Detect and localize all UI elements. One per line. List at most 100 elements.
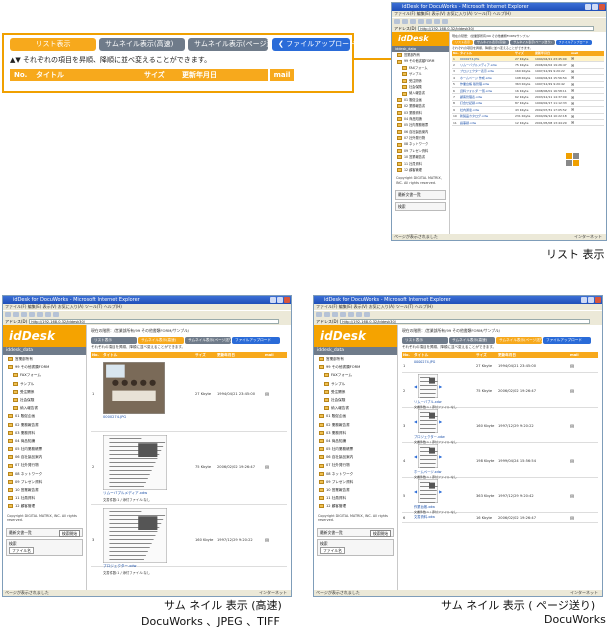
prev-page-icon[interactable]: ◀ <box>414 419 417 424</box>
row-title-link[interactable]: 議事録.xdw <box>460 121 515 125</box>
project-header[interactable]: iddesk_data <box>3 347 86 355</box>
mail-icon[interactable]: ✉ <box>571 120 574 125</box>
mail-icon[interactable]: ✉ <box>571 114 574 119</box>
row-title-link[interactable]: プロジェクター.xdw <box>414 434 476 439</box>
search-start-button[interactable]: 検索開始 <box>369 529 391 538</box>
row-title-link[interactable]: ホームページ.xdw <box>414 469 476 474</box>
sidebar-item[interactable]: 03 業務資料 <box>314 429 397 437</box>
row-title-link[interactable]: 新製品カタログ.xdw <box>460 114 515 118</box>
col-title[interactable]: タイトル <box>460 51 515 56</box>
col-date[interactable]: 更新年月日 <box>498 352 570 358</box>
refresh-icon[interactable] <box>418 19 424 24</box>
sidebar-item[interactable]: 08 ネットワーク <box>314 470 397 478</box>
row-title-link[interactable]: リムーバブルメディア.xdw <box>103 491 195 496</box>
zoom-col-title[interactable]: タイトル <box>36 69 64 81</box>
mail-icon[interactable]: ✉ <box>571 101 574 106</box>
document-thumbnail[interactable] <box>418 374 439 398</box>
upload-button[interactable]: ファイルアップロード <box>232 337 280 344</box>
col-size[interactable]: サイズ <box>476 352 498 358</box>
sidebar-item[interactable]: 02 業務報告書 <box>3 421 86 429</box>
mail-icon[interactable]: ✉ <box>570 494 574 500</box>
tab-list[interactable]: リスト表示 <box>91 337 137 344</box>
row-title-link[interactable]: 打合せ記録.xdw <box>460 101 515 105</box>
col-size[interactable]: サイズ <box>515 51 535 56</box>
row-title-link[interactable]: リムーバブル.xdw <box>414 399 476 404</box>
project-header[interactable]: iddesk_data <box>314 347 397 355</box>
refresh-icon[interactable] <box>29 312 35 317</box>
mail-icon[interactable]: ✉ <box>570 389 574 395</box>
tab-list[interactable]: リスト表示 <box>452 40 474 45</box>
row-title-link[interactable]: 作業台帳.xdw <box>414 504 476 509</box>
row-title-link[interactable]: 社内通達.xdw <box>460 108 515 112</box>
mail-icon[interactable]: ✉ <box>571 107 574 112</box>
table-row[interactable]: 6 文書資料.xdw 16 Kbyte 2006/02/02 19:26:47 ✉ <box>402 513 598 523</box>
col-mail[interactable]: mail <box>265 352 274 358</box>
sidebar-item[interactable]: 06 自社製品案内 <box>3 453 86 461</box>
mail-icon[interactable]: ✉ <box>571 82 574 87</box>
upload-button[interactable]: ファイルアップロード <box>555 40 592 45</box>
sidebar-item[interactable]: 営業部所有 <box>3 355 86 363</box>
mail-icon[interactable]: ✉ <box>571 75 574 80</box>
stop-icon[interactable] <box>332 312 338 317</box>
mail-icon[interactable]: ✉ <box>265 538 269 544</box>
next-page-icon[interactable]: ▶ <box>439 419 442 424</box>
zoom-col-mail[interactable]: mail <box>270 69 294 81</box>
zoom-tab-list[interactable]: リスト表示 <box>10 38 96 51</box>
close-icon[interactable] <box>284 297 290 303</box>
back-icon[interactable] <box>316 312 322 317</box>
sidebar-item[interactable]: 受注関係 <box>3 388 86 396</box>
mail-icon[interactable]: ✉ <box>570 459 574 465</box>
document-thumbnail[interactable] <box>103 435 167 490</box>
sidebar-item[interactable]: 04 商品知識 <box>314 437 397 445</box>
row-title-link[interactable]: 文書資料.xdw <box>414 514 476 519</box>
sidebar-item[interactable]: 05 社内業務帳票 <box>3 445 86 453</box>
sidebar-item[interactable]: 12 顧客管理 <box>314 502 397 510</box>
row-title-link[interactable]: 作業台帳 版管理.xdw <box>460 82 515 86</box>
sidebar-item[interactable]: 07 社外発行物 <box>3 461 86 469</box>
sidebar-item[interactable]: 01 販促企画 <box>314 412 397 420</box>
search-field-select[interactable]: ファイル名 <box>9 546 34 555</box>
search-icon[interactable] <box>45 312 51 317</box>
address-input[interactable]: http://192.168.0.32/iddesk30/ <box>418 26 594 31</box>
forward-icon[interactable] <box>13 312 19 317</box>
sidebar-item[interactable]: 08 ネットワーク <box>3 470 86 478</box>
forward-icon[interactable] <box>402 19 408 24</box>
row-title-link[interactable]: リムーバブルメディア.xdw <box>460 63 515 67</box>
sidebar-item[interactable]: 04 商品知識 <box>3 437 86 445</box>
row-title-link[interactable]: プロジェクター.xdw <box>103 564 195 569</box>
next-page-icon[interactable]: ▶ <box>439 384 442 389</box>
col-no[interactable]: No. <box>452 51 460 56</box>
mail-icon[interactable]: ✉ <box>570 364 574 370</box>
table-row[interactable]: 1 0000274.JPG 27 Kbyte 1994/04/21 23:45:00 ✉ <box>91 359 287 432</box>
col-mail[interactable]: mail <box>570 352 579 358</box>
mail-icon[interactable]: ✉ <box>571 88 574 93</box>
next-page-icon[interactable]: ▶ <box>439 454 442 459</box>
mail-icon[interactable]: ✉ <box>571 69 574 74</box>
col-no[interactable]: No. <box>402 352 414 358</box>
sidebar-item[interactable]: 05 社内業務帳票 <box>314 445 397 453</box>
row-title-link[interactable]: 資料フォルダ 一覧.xdw <box>460 89 515 93</box>
maximize-icon[interactable] <box>588 297 594 303</box>
table-row[interactable]: 2 リムーバブルメディア.xdw 文書件数:1 / 添付ファイル:なし 75 Kbyt… <box>91 432 287 505</box>
table-row[interactable]: 5 ◀ ▶ 作業台帳.xdw 文書件数:1 / 添付ファイル:なし 363 Kbyte 19… <box>402 478 598 514</box>
close-icon[interactable] <box>599 4 605 10</box>
document-thumbnail[interactable] <box>418 444 439 468</box>
home-icon[interactable] <box>426 19 432 24</box>
upload-button[interactable]: ファイルアップロード <box>543 337 591 344</box>
stop-icon[interactable] <box>410 19 416 24</box>
favorites-icon[interactable] <box>442 19 448 24</box>
minimize-icon[interactable] <box>585 4 591 10</box>
back-icon[interactable] <box>394 19 400 24</box>
sidebar-item[interactable]: 10 営業報告書 <box>3 486 86 494</box>
home-icon[interactable] <box>348 312 354 317</box>
sidebar-item[interactable]: 10 営業報告書 <box>314 486 397 494</box>
sidebar-item[interactable]: 09 プレゼン資料 <box>314 478 397 486</box>
tab-thumb-fast[interactable]: サムネイル表示(高速) <box>474 40 510 45</box>
refresh-icon[interactable] <box>340 312 346 317</box>
col-date[interactable]: 更新年月日 <box>535 51 571 56</box>
tab-thumb-page[interactable]: サムネイル表示(ページ送り) <box>185 337 234 344</box>
col-size[interactable]: サイズ <box>195 352 217 358</box>
mail-icon[interactable]: ✉ <box>571 95 574 100</box>
sidebar-item[interactable]: FAXフォーム <box>3 371 86 379</box>
tab-thumb-fast[interactable]: サムネイル表示(高速) <box>449 337 495 344</box>
